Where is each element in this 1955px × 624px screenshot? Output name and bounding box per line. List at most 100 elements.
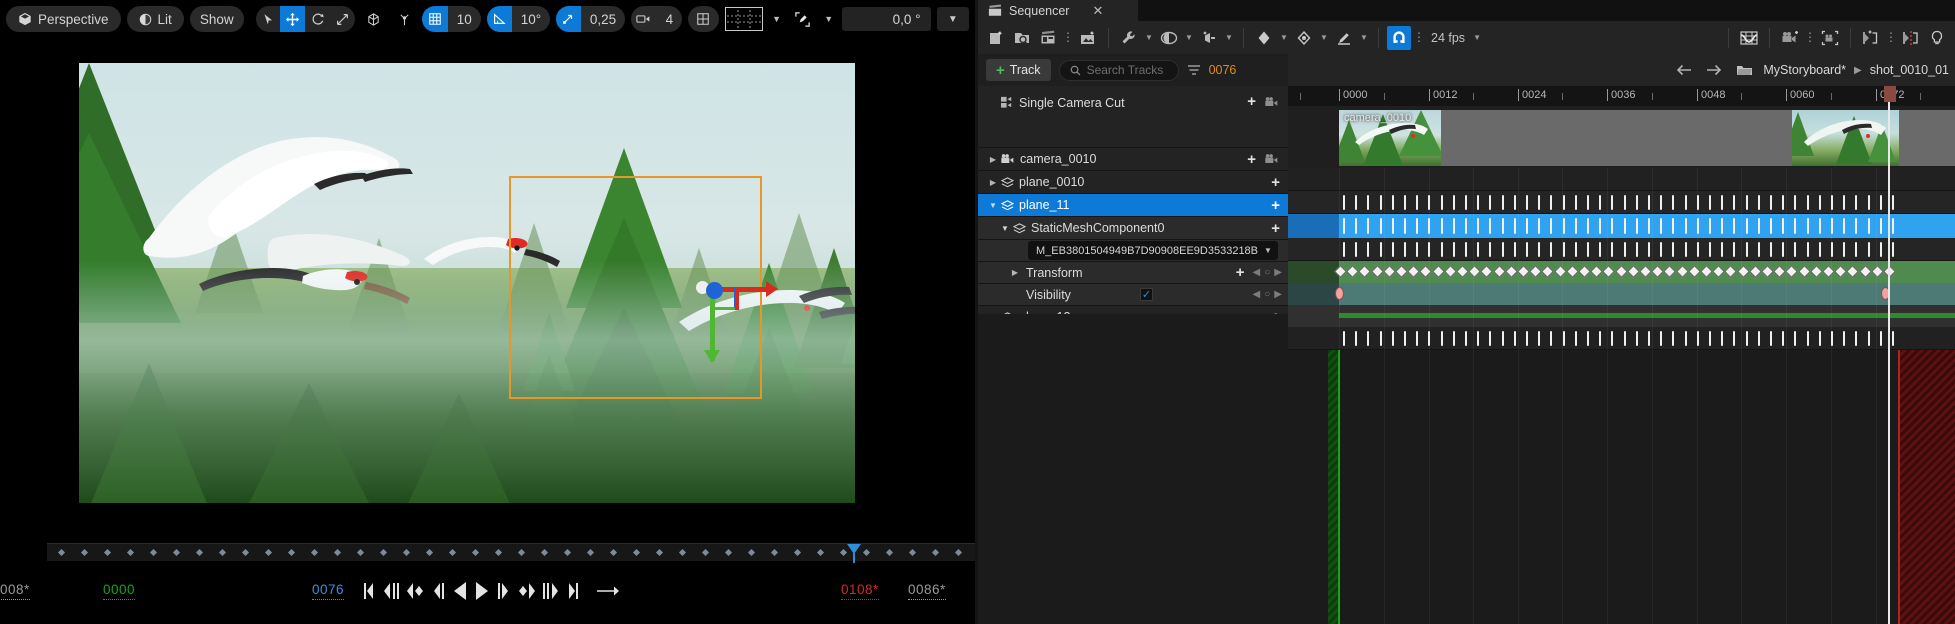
keyframe-bar[interactable] <box>1709 195 1711 210</box>
filter-icon[interactable] <box>1187 64 1201 76</box>
keyframe-bar[interactable] <box>1526 195 1528 210</box>
track-row-plane-11[interactable]: ▼ plane_11 + <box>978 194 1288 217</box>
keyframe-bar[interactable] <box>1379 218 1382 234</box>
next-key-icon[interactable]: ▶ <box>1274 267 1282 278</box>
keyframe-bar[interactable] <box>1843 218 1846 234</box>
keyframe-bar[interactable] <box>1574 242 1577 257</box>
keyframe-bar[interactable] <box>1782 195 1785 210</box>
rotation-dropdown-caret-icon[interactable]: ▼ <box>936 7 970 31</box>
add-key-icon[interactable]: + <box>1247 94 1256 109</box>
add-keyframe-icon[interactable]: ○ <box>1264 267 1270 278</box>
curve-pen-icon[interactable] <box>1332 26 1356 50</box>
key-interp-icon[interactable] <box>1292 26 1316 50</box>
keyframe-bar[interactable] <box>1855 195 1858 210</box>
keyframe-bar[interactable] <box>1684 242 1687 257</box>
keyframe-bar[interactable] <box>1794 195 1797 210</box>
keyframe-bar[interactable] <box>1733 242 1736 257</box>
keyframe-bar[interactable] <box>1404 331 1406 346</box>
add-key-icon[interactable]: + <box>1271 175 1280 190</box>
marker-options-icon[interactable]: ⋮ <box>1885 26 1897 50</box>
keyframe-bar[interactable] <box>1587 218 1589 234</box>
keyframe-bar[interactable] <box>1538 218 1541 234</box>
keyframe-bar[interactable] <box>1867 218 1870 234</box>
keyframe-bar[interactable] <box>1745 242 1748 257</box>
camera-options-icon[interactable]: ⋮ <box>1804 26 1816 50</box>
add-key-icon[interactable]: + <box>1271 221 1280 236</box>
viewport-stage[interactable]: shot_0010_01 camera_0010 plane_11 Filmba… <box>0 38 975 553</box>
keyframe-bar[interactable] <box>1892 331 1894 346</box>
keyframe-bar[interactable] <box>1648 195 1650 210</box>
key-interp-caret-icon[interactable]: ▼ <box>1318 26 1330 50</box>
keyframe-bar[interactable] <box>1440 242 1443 257</box>
timeline-row-plane-0010[interactable] <box>1288 191 1955 214</box>
camera-speed-combo[interactable]: 4 <box>631 6 683 32</box>
keyframe-bar[interactable] <box>1477 218 1480 234</box>
keyframe-bar[interactable] <box>1343 218 1345 234</box>
eye-icon[interactable] <box>1157 26 1181 50</box>
keyframe-bar[interactable] <box>1574 218 1577 234</box>
keyframe-bar[interactable] <box>1587 195 1589 210</box>
keyframe-bar[interactable] <box>1794 331 1797 346</box>
playback-end[interactable]: 0086* <box>908 574 946 608</box>
keyframe-bar[interactable] <box>1562 331 1565 346</box>
keyframe-bar[interactable] <box>1562 195 1565 210</box>
keyframe-bar[interactable] <box>1513 218 1516 234</box>
scale-snap-combo[interactable]: 0,25 <box>556 6 626 32</box>
prev-key-icon[interactable] <box>406 578 424 604</box>
keyframe-bar[interactable] <box>1477 331 1480 346</box>
jump-to-end-icon[interactable] <box>566 578 582 604</box>
keyframe-bar[interactable] <box>1867 331 1870 346</box>
add-keyframe-icon[interactable]: ○ <box>1264 289 1270 300</box>
magnet-options-icon[interactable]: ⋮ <box>1413 26 1425 50</box>
keyframe-bar[interactable] <box>1538 242 1541 257</box>
perspective-button[interactable]: Perspective <box>6 6 121 32</box>
keyframe-bar[interactable] <box>1343 195 1345 210</box>
grid-snap-value[interactable]: 10 <box>448 6 481 32</box>
keyframe-bar[interactable] <box>1355 195 1358 210</box>
keyframe-bar[interactable] <box>1428 242 1431 257</box>
keyframe-start[interactable] <box>1335 287 1344 300</box>
play-reverse-icon[interactable] <box>452 578 468 604</box>
wrench-icon[interactable] <box>1117 26 1141 50</box>
keyframe-bar[interactable] <box>1623 218 1626 234</box>
keyframe-bar[interactable] <box>1416 218 1419 234</box>
keyframe-bar[interactable] <box>1635 218 1638 234</box>
keyframe-bar[interactable] <box>1562 218 1565 234</box>
keyframe-bar[interactable] <box>1343 331 1345 346</box>
keyframe-bar[interactable] <box>1391 331 1394 346</box>
jump-to-start-icon[interactable] <box>360 578 376 604</box>
keyframe-bar[interactable] <box>1709 242 1711 257</box>
keyframe-bar[interactable] <box>1404 218 1406 234</box>
keyframe-bar[interactable] <box>1416 195 1419 210</box>
keyframe-bar[interactable] <box>1806 331 1809 346</box>
fps-value[interactable]: 24 fps <box>1427 31 1469 45</box>
curve-editor-icon[interactable] <box>1737 26 1761 50</box>
keyframe-bar[interactable] <box>1465 218 1467 234</box>
keyframe-bar[interactable] <box>1684 195 1687 210</box>
keyframe-bar[interactable] <box>1721 218 1724 234</box>
keyframe-bar[interactable] <box>1684 331 1687 346</box>
playhead-handle[interactable] <box>1884 86 1896 102</box>
keyframe-bar[interactable] <box>1440 195 1443 210</box>
keyframe-bar[interactable] <box>1440 331 1443 346</box>
keyframe-bar[interactable] <box>1818 195 1821 210</box>
keyframe-bar[interactable] <box>1538 331 1541 346</box>
more-options-icon[interactable]: ⋮ <box>1062 26 1074 50</box>
add-track-button[interactable]: + Track <box>986 59 1051 81</box>
keyframe-bar[interactable] <box>1757 331 1760 346</box>
keyframe-bar[interactable] <box>1806 242 1809 257</box>
keyframe-bar[interactable] <box>1892 242 1894 257</box>
camera-cut-thumbnail-end[interactable] <box>1792 110 1899 166</box>
keyframe-bar[interactable] <box>1879 218 1882 234</box>
keyframe-bar[interactable] <box>1355 242 1358 257</box>
keyframe-bar[interactable] <box>1343 242 1345 257</box>
rotation-input[interactable]: 0,0 ° <box>842 7 931 31</box>
track-row-single-camera-cut[interactable]: Single Camera Cut + <box>978 86 1288 148</box>
keyframe-bar[interactable] <box>1635 331 1638 346</box>
search-tracks-input[interactable]: Search Tracks <box>1058 59 1179 81</box>
keyframe-bar[interactable] <box>1648 242 1650 257</box>
keyframe-bar[interactable] <box>1757 218 1760 234</box>
step-forward-frames-icon[interactable] <box>542 578 560 604</box>
keyframe-bar[interactable] <box>1696 218 1699 234</box>
arrow-left-icon[interactable] <box>1673 59 1695 81</box>
